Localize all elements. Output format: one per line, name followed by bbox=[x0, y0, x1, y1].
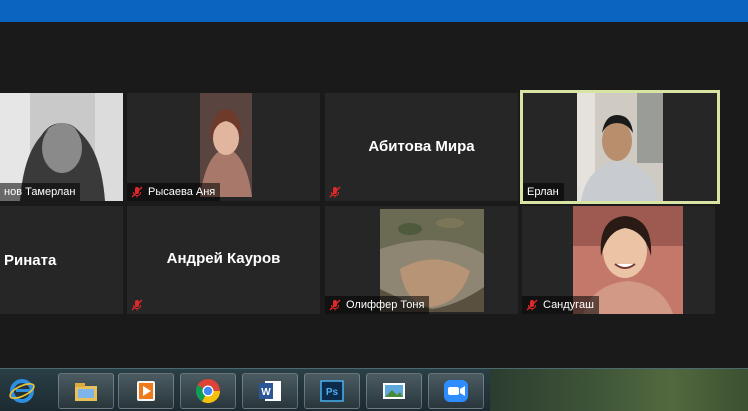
participant-name: Ерлан bbox=[527, 186, 559, 198]
microphone-muted-icon bbox=[131, 299, 143, 311]
microphone-muted-icon bbox=[329, 299, 341, 311]
file-explorer-icon bbox=[75, 383, 97, 401]
file-explorer-button[interactable] bbox=[58, 373, 114, 409]
internet-explorer-icon[interactable] bbox=[2, 372, 42, 410]
zoom-button[interactable] bbox=[428, 373, 484, 409]
gallery-view: нов Тамерлан Рысаева Аня Абитова Мира Ер… bbox=[0, 22, 748, 368]
participant-tile-anya[interactable]: Рысаева Аня bbox=[127, 93, 320, 201]
photoshop-icon: Ps bbox=[320, 380, 344, 402]
participant-video bbox=[200, 93, 252, 197]
participant-tile-erlan[interactable]: Ерлан bbox=[520, 90, 720, 204]
participant-name-label bbox=[325, 183, 351, 201]
participant-name-label: Рысаева Аня bbox=[127, 183, 221, 201]
participant-name-label: нов Тамерлан bbox=[0, 183, 81, 201]
svg-text:Ps: Ps bbox=[326, 387, 339, 398]
participant-name-center: Рината bbox=[4, 252, 57, 269]
zoom-icon bbox=[444, 380, 468, 402]
participant-video bbox=[577, 93, 663, 201]
media-player-button[interactable] bbox=[118, 373, 174, 409]
participant-tile-mira[interactable]: Абитова Мира bbox=[325, 93, 518, 201]
participant-name-label bbox=[127, 296, 153, 314]
participant-name: Олиффер Тоня bbox=[346, 299, 425, 311]
word-icon: W bbox=[259, 381, 281, 401]
chrome-button[interactable] bbox=[180, 373, 236, 409]
word-button[interactable]: W bbox=[242, 373, 298, 409]
photo-viewer-icon bbox=[383, 383, 405, 399]
microphone-muted-icon bbox=[526, 299, 538, 311]
participant-tile-rinata[interactable]: Рината bbox=[0, 206, 123, 314]
participant-name: Рысаева Аня bbox=[148, 186, 216, 198]
microphone-muted-icon bbox=[131, 186, 143, 198]
participant-name: нов Тамерлан bbox=[4, 186, 76, 198]
participant-name-label: Ерлан bbox=[523, 183, 564, 201]
participant-tile-tamerlan[interactable]: нов Тамерлан bbox=[0, 93, 123, 201]
window-title-bar bbox=[0, 0, 748, 22]
svg-text:W: W bbox=[261, 387, 271, 398]
participant-tile-tonya[interactable]: Олиффер Тоня bbox=[325, 206, 518, 314]
photoshop-button[interactable]: Ps bbox=[304, 373, 360, 409]
participant-tile-kaurov[interactable]: Андрей Кауров bbox=[127, 206, 320, 314]
participant-name: Сандугаш bbox=[543, 299, 594, 311]
desktop-wallpaper bbox=[490, 369, 748, 411]
photo-viewer-button[interactable] bbox=[366, 373, 422, 409]
windows-taskbar: W Ps bbox=[0, 368, 748, 411]
participant-name-center: Андрей Кауров bbox=[166, 250, 281, 267]
participant-tile-sandugash[interactable]: Сандугаш bbox=[522, 206, 715, 314]
media-player-icon bbox=[137, 381, 155, 401]
participant-name-center: Абитова Мира bbox=[368, 138, 475, 155]
participant-name-label: Олиффер Тоня bbox=[325, 296, 430, 314]
zoom-window: нов Тамерлан Рысаева Аня Абитова Мира Ер… bbox=[0, 0, 748, 411]
participant-name-label: Сандугаш bbox=[522, 296, 599, 314]
chrome-icon bbox=[195, 379, 220, 404]
microphone-muted-icon bbox=[329, 186, 341, 198]
